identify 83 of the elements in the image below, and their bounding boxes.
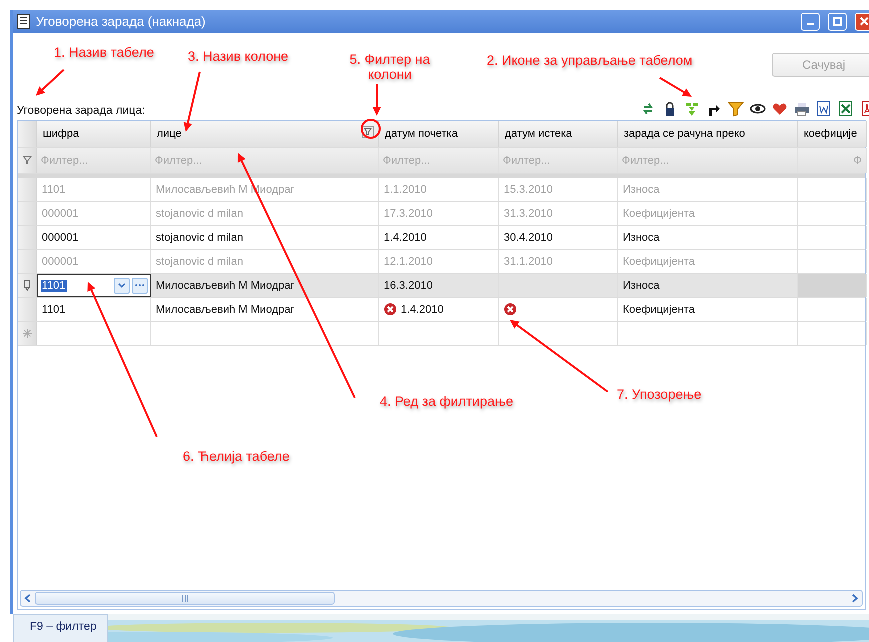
close-button[interactable]: [855, 12, 869, 30]
error-icon: [384, 303, 397, 316]
chevron-down-icon: [118, 282, 126, 288]
annotation-label: 5. Филтер на колони: [348, 52, 432, 82]
bottom-tab[interactable]: F9 – филтер: [13, 614, 108, 642]
document-icon: [17, 14, 30, 29]
annotation-label: 6. Ћелија табеле: [183, 449, 290, 464]
window-title: Уговорена зарада (накнада): [36, 14, 207, 29]
table-cell: 000001: [42, 232, 79, 244]
printer-icon[interactable]: [794, 101, 810, 117]
annotation-label: 4. Ред за филтирање: [380, 394, 514, 409]
grip-icon: [182, 595, 188, 602]
table-cell: 1101: [42, 304, 66, 316]
maximize-icon: [833, 17, 842, 26]
table-cell: 12.1.2010: [384, 256, 433, 268]
table-cell: 1.4.2010: [384, 232, 427, 244]
table-cell: 31.1.2010: [504, 256, 553, 268]
filter-field[interactable]: Филтер...: [151, 148, 379, 173]
annotation-arrow: [36, 69, 65, 96]
column-header[interactable]: шифра: [37, 121, 151, 147]
close-icon: [860, 17, 869, 26]
filter-field[interactable]: Филтер...: [618, 148, 798, 173]
ellipsis-icon: [135, 284, 145, 287]
dropdown-button[interactable]: [114, 278, 130, 294]
column-header[interactable]: коефиције: [798, 121, 867, 147]
annotation-label: 7. Упозорење: [617, 387, 702, 402]
table-cell: 31.3.2010: [504, 208, 553, 220]
table-cell: Коефицијента: [623, 304, 695, 316]
word-document-icon[interactable]: [816, 101, 832, 117]
annotation-label: 1. Назив табеле: [54, 45, 154, 60]
funnel-icon[interactable]: [728, 101, 744, 117]
heart-icon[interactable]: [772, 101, 788, 117]
column-header[interactable]: зарада се рачуна преко: [618, 121, 798, 147]
table-row[interactable]: 1101 Милосављевић М Миодраг 1.4.2010 Коефицијента: [18, 298, 865, 322]
error-icon: [504, 303, 517, 316]
annotation-label: 3. Назив колоне: [188, 49, 289, 64]
table-cell: 15.3.2010: [504, 184, 553, 196]
browse-button[interactable]: [132, 278, 148, 294]
table-cell: 1.4.2010: [401, 304, 444, 316]
annotation-arrow: [184, 72, 201, 132]
table-cell: Коефицијента: [623, 208, 695, 220]
highlight-circle: [361, 119, 381, 139]
arrows-down-icon[interactable]: [684, 101, 700, 117]
annotation-label: 2. Иконе за управљање табелом: [487, 53, 693, 68]
table-cell: Износа: [623, 184, 660, 196]
annotation-arrow: [659, 77, 692, 97]
column-header[interactable]: датум истека: [499, 121, 618, 147]
table-cell: stojanovic d milan: [156, 232, 244, 244]
filter-icon: [22, 156, 32, 165]
table-cell: 17.3.2010: [384, 208, 433, 220]
table-row[interactable]: 000001 stojanovic d milan 1.4.2010 30.4.2010 Износа: [18, 226, 865, 250]
selected-text[interactable]: 1101: [41, 280, 67, 292]
horizontal-scrollbar[interactable]: [20, 590, 863, 607]
table-cell: Износа: [623, 232, 660, 244]
minimize-button[interactable]: [801, 12, 820, 30]
column-header[interactable]: лице: [151, 121, 379, 147]
table-cell: Милосављевић М Миодраг: [156, 304, 295, 316]
table-cell: Коефицијента: [623, 256, 695, 268]
filter-field[interactable]: Филтер...: [37, 148, 151, 173]
table-cell: 000001: [42, 256, 79, 268]
annotation-arrow: [372, 84, 382, 116]
table-cell: 1.1.2010: [384, 184, 427, 196]
table-title: Уговорена зарада лица:: [17, 105, 146, 117]
column-header[interactable]: датум почетка: [379, 121, 499, 147]
table-cell: 16.3.2010: [384, 280, 433, 292]
pencil-icon: [24, 280, 30, 291]
table-row[interactable]: 1101 Милосављевић М Миодраг 16.3.2010 Износа: [18, 274, 865, 298]
table-cell: 1101: [42, 184, 66, 196]
row-header[interactable]: [18, 274, 37, 297]
table-cell: stojanovic d milan: [156, 208, 244, 220]
excel-document-icon[interactable]: [838, 101, 854, 117]
scrollbar-thumb[interactable]: [35, 592, 335, 605]
maximize-button[interactable]: [828, 12, 847, 30]
filter-field[interactable]: Ф: [798, 148, 867, 173]
table-cell: 000001: [42, 208, 79, 220]
table-cell: Износа: [623, 280, 660, 292]
table-cell: stojanovic d milan: [156, 256, 244, 268]
cell-editor[interactable]: 1101: [37, 274, 151, 297]
table-cell: Милосављевић М Миодраг: [156, 280, 295, 292]
table-cell: 30.4.2010: [504, 232, 553, 244]
new-row-icon: [22, 329, 32, 338]
filter-field[interactable]: Филтер...: [379, 148, 499, 173]
filter-field[interactable]: Филтер...: [499, 148, 618, 173]
